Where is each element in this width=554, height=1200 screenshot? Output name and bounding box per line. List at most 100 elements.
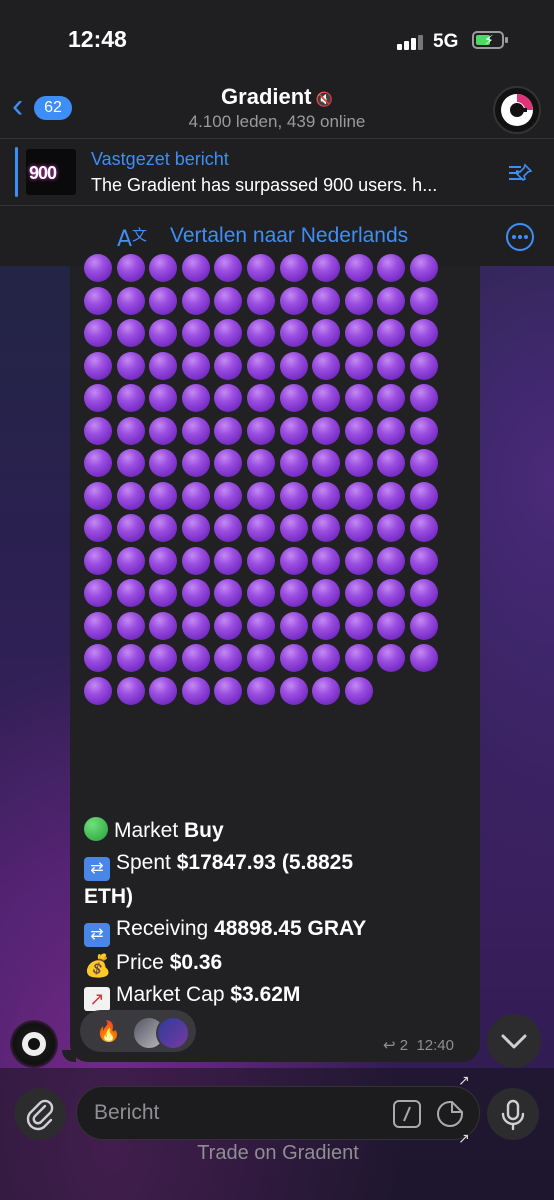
paperclip-icon [26,1099,54,1131]
summary-line-receiving: ⇄ Receiving 48898.45 GRAY [84,913,366,947]
purple-circle-emoji [279,416,308,445]
mute-icon: 🔇 [315,91,333,107]
purple-circle-emoji [181,449,210,477]
purple-circle-emoji [377,384,406,412]
purple-circle-emoji [116,579,145,607]
purple-circle-emoji [247,384,275,412]
purple-circle-emoji [181,644,210,672]
pin-list-icon[interactable] [505,161,535,187]
purple-circle-emoji [149,676,178,705]
pinned-message[interactable]: 900 Vastgezet bericht The Gradient has s… [0,138,554,206]
purple-circle-emoji [312,254,341,282]
summary-line-spent-cont: ETH) [84,885,133,908]
battery-tip [505,37,508,43]
trade-bot-button[interactable]: Trade on Gradient [76,1142,480,1165]
purple-circle-emoji [279,514,308,542]
bot-command-icon[interactable] [393,1100,421,1128]
pinned-thumbnail: 900 [26,149,76,195]
translate-icon: A 文 [117,226,147,252]
purple-circle-emoji [279,611,308,640]
purple-circle-emoji [312,644,341,672]
more-options-icon[interactable] [505,222,535,252]
purple-circle-emoji [312,351,341,380]
purple-circle-emoji [377,579,406,607]
purple-circle-emoji [116,514,145,542]
purple-circle-emoji [149,384,178,412]
purple-circle-emoji [181,579,210,607]
purple-circle-emoji [377,514,406,542]
chat-title: Gradient [221,84,312,109]
scroll-down-button[interactable] [487,1014,541,1068]
purple-circle-emoji [214,449,243,477]
purple-circle-emoji [279,644,308,672]
purple-circle-emoji [116,384,145,412]
purple-circle-emoji [116,644,145,672]
reply-count: 2 [399,1037,409,1054]
sender-avatar[interactable] [10,1020,58,1068]
microphone-button[interactable] [487,1088,539,1140]
purple-circle-emoji [247,644,275,672]
purple-circle-emoji [279,579,308,607]
purple-circle-emoji [214,644,243,672]
network-type: 5G [433,31,459,52]
reactions-pill[interactable]: 🔥 [80,1010,196,1052]
purple-circle-emoji [181,514,210,542]
purple-circle-emoji [410,546,438,575]
purple-circle-emoji [312,611,341,640]
purple-circle-emoji [149,286,178,315]
purple-circle-emoji [149,254,178,282]
chat-title-area[interactable]: Gradient 🔇 4.100 leden, 439 online [150,84,404,132]
svg-text:文: 文 [132,226,147,244]
purple-circle-emoji [344,514,373,542]
shuffle-icon: ⇄ [84,923,110,947]
purple-circle-emoji [214,676,243,705]
purple-circle-emoji [214,579,243,607]
purple-circle-emoji [344,546,373,575]
group-avatar[interactable] [493,86,541,134]
purple-circle-emoji [181,254,210,282]
purple-circle-emoji [149,579,178,607]
purple-circle-emoji [181,611,210,640]
purple-circle-emoji [410,481,438,510]
purple-circle-emoji [312,676,341,705]
purple-circle-emoji [279,254,308,282]
sticker-icon[interactable] [436,1100,464,1128]
purple-circle-emoji [181,286,210,315]
green-circle-icon [84,817,108,841]
purple-circle-emoji [312,319,341,347]
chat-header: ‹ 62 Gradient 🔇 4.100 leden, 439 online [0,80,554,138]
purple-circle-emoji [214,384,243,412]
purple-circle-emoji [116,676,145,705]
purple-circle-emoji [377,351,406,380]
back-chevron-icon[interactable]: ‹ [12,89,23,123]
purple-circle-emoji [410,449,438,477]
purple-circle-emoji [116,254,145,282]
attach-button[interactable] [14,1088,66,1140]
purple-circle-emoji [377,481,406,510]
purple-circle-emoji [247,416,275,445]
battery-icon: ⚡ [472,31,504,49]
purple-circle-emoji [377,286,406,315]
purple-circle-emoji [247,254,275,282]
unread-badge[interactable]: 62 [34,96,72,120]
summary-line-spent: ⇄ Spent $17847.93 (5.8825 [84,847,366,881]
microphone-icon [501,1099,525,1131]
purple-circle-emoji [84,449,112,477]
purple-circle-emoji [312,416,341,445]
purple-circle-emoji [214,416,243,445]
purple-circle-emoji [84,546,112,575]
purple-circle-emoji [214,254,243,282]
pinned-label: Vastgezet bericht [91,149,229,169]
purple-circle-emoji [181,546,210,575]
purple-circle-emoji [247,514,275,542]
purple-circle-emoji [247,676,275,705]
purple-circle-emoji [84,514,112,542]
clock: 12:48 [68,26,127,52]
message-meta[interactable]: ↩ 2 12:40 [383,1036,454,1054]
purple-circle-emoji [149,644,178,672]
purple-circle-emoji [214,481,243,510]
gradient-logo-icon [501,94,533,126]
member-count: 4.100 leden, 439 online [188,112,366,131]
purple-circle-emoji [377,611,406,640]
expand-arrow-icon[interactable]: ↗ [458,1072,470,1089]
